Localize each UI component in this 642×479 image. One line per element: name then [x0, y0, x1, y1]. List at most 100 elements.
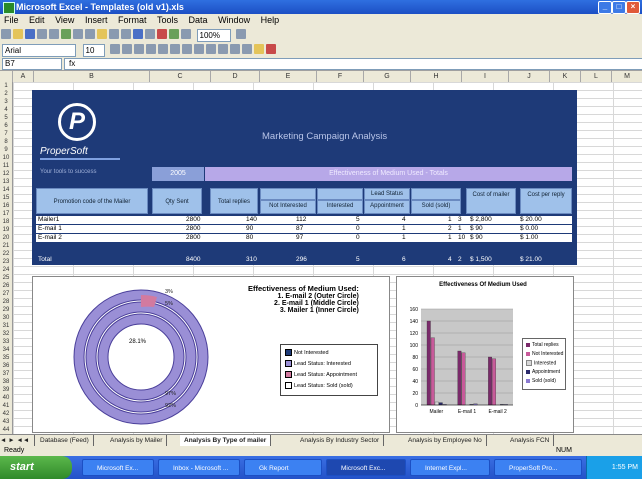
row-number[interactable]: 3: [0, 98, 12, 106]
row-number[interactable]: 11: [0, 162, 12, 170]
table-row[interactable]: E-mail 1 2800 90 87 0 1 2 1 $ 90 $ 0.00: [36, 225, 572, 233]
column-header[interactable]: F: [317, 71, 364, 82]
row-number[interactable]: 31: [0, 322, 12, 330]
row-number[interactable]: 4: [0, 106, 12, 114]
taskbar-button-active[interactable]: Microsoft Exc...: [326, 459, 406, 476]
menu-edit[interactable]: Edit: [29, 15, 45, 25]
help-icon[interactable]: [236, 29, 247, 39]
row-number[interactable]: 5: [0, 114, 12, 122]
row-number[interactable]: 1: [0, 82, 12, 90]
paste-icon[interactable]: [97, 29, 107, 39]
row-number[interactable]: 14: [0, 186, 12, 194]
row-number[interactable]: 12: [0, 170, 12, 178]
row-headers[interactable]: 1 2 3 4 5 6 7 8 9 10 11 12 13 14 15 16 17 18 19 20 21 22 23 24 2…: [0, 82, 13, 434]
row-number[interactable]: 23: [0, 258, 12, 266]
align-left-icon[interactable]: [146, 44, 157, 54]
row-number[interactable]: 26: [0, 282, 12, 290]
row-number[interactable]: 25: [0, 274, 12, 282]
autosum-icon[interactable]: [145, 29, 155, 39]
indent-icon[interactable]: [230, 44, 241, 54]
column-header[interactable]: A: [13, 71, 34, 82]
chart-wizard-icon[interactable]: [169, 29, 179, 39]
row-number[interactable]: 27: [0, 290, 12, 298]
column-header[interactable]: E: [260, 71, 317, 82]
preview-icon[interactable]: [49, 29, 59, 39]
align-right-icon[interactable]: [170, 44, 181, 54]
row-number[interactable]: 18: [0, 218, 12, 226]
menu-file[interactable]: File: [4, 15, 19, 25]
print-icon[interactable]: [37, 29, 47, 39]
new-icon[interactable]: [1, 29, 11, 39]
row-number[interactable]: 15: [0, 194, 12, 202]
undo-icon[interactable]: [109, 29, 119, 39]
sheet-tab[interactable]: Analysis FCN: [506, 435, 555, 446]
row-number[interactable]: 7: [0, 130, 12, 138]
menu-window[interactable]: Window: [218, 15, 250, 25]
menu-view[interactable]: View: [55, 15, 74, 25]
align-center-icon[interactable]: [158, 44, 169, 54]
tab-scroll-buttons[interactable]: ◄ ► ◄◄ ►►: [0, 435, 35, 455]
cut-icon[interactable]: [73, 29, 83, 39]
column-header[interactable]: G: [364, 71, 411, 82]
column-header[interactable]: D: [211, 71, 260, 82]
close-button[interactable]: ×: [626, 1, 640, 14]
row-number[interactable]: 35: [0, 354, 12, 362]
row-number[interactable]: 13: [0, 178, 12, 186]
row-number[interactable]: 30: [0, 314, 12, 322]
column-header[interactable]: B: [34, 71, 150, 82]
row-number[interactable]: 21: [0, 242, 12, 250]
taskbar-button[interactable]: Inbox - Microsoft ...: [158, 459, 240, 476]
row-number[interactable]: 8: [0, 138, 12, 146]
sheet-tab[interactable]: Analysis by Employee No: [404, 435, 487, 446]
column-header[interactable]: I: [462, 71, 509, 82]
system-tray-clock[interactable]: 1:55 PM: [586, 456, 642, 479]
sort-icon[interactable]: [157, 29, 167, 39]
row-number[interactable]: 41: [0, 402, 12, 410]
sheet-tab[interactable]: Analysis By Industry Sector: [296, 435, 385, 446]
currency-icon[interactable]: [194, 44, 205, 54]
row-number[interactable]: 39: [0, 386, 12, 394]
row-number[interactable]: 40: [0, 394, 12, 402]
maximize-button[interactable]: □: [612, 1, 626, 14]
row-number[interactable]: 42: [0, 410, 12, 418]
taskbar-button[interactable]: Internet Expl...: [410, 459, 490, 476]
table-row[interactable]: Mailer1 2800 140 112 5 4 1 3 $ 2,800 $ 2…: [36, 216, 572, 224]
column-header[interactable]: H: [411, 71, 462, 82]
zoom-select[interactable]: 100%: [196, 29, 231, 42]
borders-icon[interactable]: [242, 44, 253, 54]
menu-data[interactable]: Data: [189, 15, 208, 25]
save-icon[interactable]: [25, 29, 35, 39]
taskbar-button[interactable]: ProperSoft Pro...: [494, 459, 582, 476]
column-header[interactable]: L: [581, 71, 612, 82]
row-number[interactable]: 16: [0, 202, 12, 210]
row-number[interactable]: 9: [0, 146, 12, 154]
row-number[interactable]: 28: [0, 298, 12, 306]
open-icon[interactable]: [13, 29, 23, 39]
bold-icon[interactable]: [110, 44, 121, 54]
start-button[interactable]: start: [0, 456, 72, 479]
sheet-tab[interactable]: Database (Feed): [36, 435, 94, 446]
sheet-tab[interactable]: Analysis by Mailer: [106, 435, 168, 446]
row-number[interactable]: 29: [0, 306, 12, 314]
font-size-select[interactable]: 10: [82, 44, 105, 57]
menu-insert[interactable]: Insert: [85, 15, 108, 25]
row-number[interactable]: 17: [0, 210, 12, 218]
comma-icon[interactable]: [218, 44, 229, 54]
italic-icon[interactable]: [122, 44, 133, 54]
row-number[interactable]: 2: [0, 90, 12, 98]
donut-legend[interactable]: Not Interested Lead Status: Interested L…: [280, 344, 378, 396]
underline-icon[interactable]: [134, 44, 145, 54]
percent-icon[interactable]: [206, 44, 217, 54]
font-select[interactable]: Arial: [2, 44, 76, 57]
row-number[interactable]: 36: [0, 362, 12, 370]
fill-color-icon[interactable]: [254, 44, 265, 54]
row-number[interactable]: 10: [0, 154, 12, 162]
spelling-icon[interactable]: [61, 29, 71, 39]
menu-format[interactable]: Format: [118, 15, 147, 25]
taskbar-button[interactable]: Microsoft Ex...: [82, 459, 154, 476]
bar-chart-legend[interactable]: Total replies Not Interested Interested …: [522, 338, 566, 390]
column-header[interactable]: J: [509, 71, 550, 82]
select-all-corner[interactable]: [0, 71, 13, 82]
sheet-tab-active[interactable]: Analysis By Type of mailer: [180, 435, 272, 446]
row-number[interactable]: 34: [0, 346, 12, 354]
